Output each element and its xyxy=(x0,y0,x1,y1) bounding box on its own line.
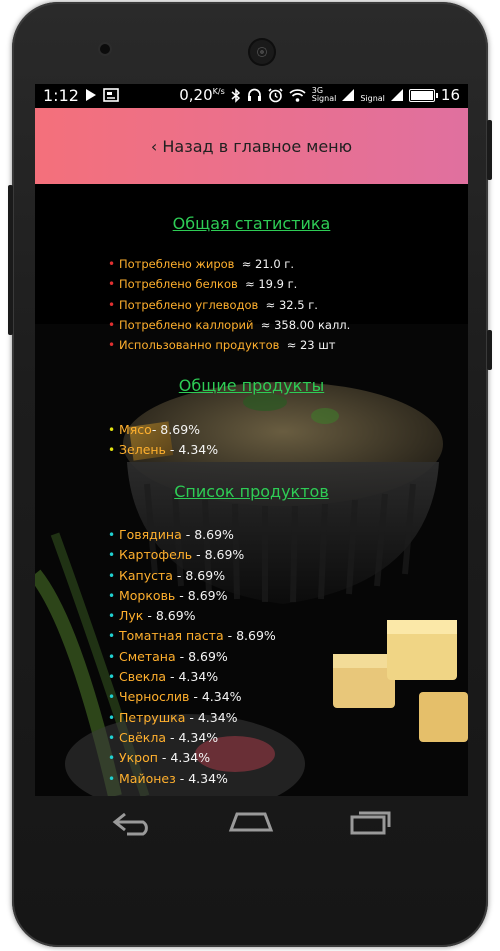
signal-bars-icon-2 xyxy=(390,89,403,101)
bullet: • xyxy=(108,528,116,542)
earpiece-speaker xyxy=(248,38,276,66)
product-list: • Говядина - 8.69% • Картофель - 8.69% • Ка… xyxy=(108,525,276,789)
clock: 1:12 xyxy=(43,86,79,105)
bullet: • xyxy=(108,277,116,292)
list-item: • Капуста - 8.69% xyxy=(108,566,276,586)
stat-carbs: • Потреблено углеводов ≈ 32.5 г. xyxy=(108,295,350,315)
list-item: • Зелень - 4.34% xyxy=(108,440,218,460)
home-icon[interactable] xyxy=(227,808,275,836)
back-arrow-icon[interactable] xyxy=(111,810,155,836)
wifi-icon xyxy=(289,88,306,102)
bullet: • xyxy=(108,710,116,725)
phone-screen: 1:12 0,20K/s 3G Signal Signal 16 ‹ Назад… xyxy=(35,84,468,796)
side-button xyxy=(487,330,492,370)
stat-fats: • Потреблено жиров ≈ 21.0 г. xyxy=(108,254,350,274)
bullet: • xyxy=(108,629,116,644)
bullet: • xyxy=(108,297,116,312)
bullet: • xyxy=(108,423,116,437)
bullet: • xyxy=(108,771,116,786)
list-item: • Лук - 8.69% xyxy=(108,606,276,626)
front-camera xyxy=(100,44,110,54)
list-item: • Укроп - 4.34% xyxy=(108,748,276,768)
bullet: • xyxy=(108,751,116,766)
common-products-title: Общие продукты xyxy=(178,376,325,395)
stat-calories: • Потреблено каллорий ≈ 358.00 калл. xyxy=(108,315,350,335)
alarm-icon xyxy=(268,87,283,102)
signal-2: Signal xyxy=(360,94,385,103)
power-button xyxy=(487,120,492,180)
list-item: • Чернослив - 4.34% xyxy=(108,687,276,707)
bullet: • xyxy=(108,317,116,332)
bullet: • xyxy=(108,690,116,705)
product-list-title: Список продуктов xyxy=(174,482,329,501)
common-products-list: • Мясо- 8.69% • Зелень - 4.34% xyxy=(108,420,218,461)
bullet: • xyxy=(108,730,116,745)
screenshot-icon xyxy=(103,88,119,102)
bullet: • xyxy=(108,257,116,271)
signal-1: 3G Signal xyxy=(311,86,337,103)
volume-button xyxy=(8,185,13,335)
stat-products-used: • Использованно продуктов ≈ 23 шт xyxy=(108,335,350,355)
signal-bars-icon xyxy=(342,89,355,101)
bullet: • xyxy=(108,609,116,624)
play-icon xyxy=(86,89,96,101)
general-stats-title: Общая статистика xyxy=(172,214,331,233)
list-item: • Говядина - 8.69% xyxy=(108,525,276,545)
bullet: • xyxy=(108,338,116,353)
stat-proteins: • Потреблено белков ≈ 19.9 г. xyxy=(108,274,350,294)
statistics-content: Общая статистика • Потреблено жиров ≈ 21.… xyxy=(35,184,468,796)
back-to-main-menu-button[interactable]: ‹ Назад в главное меню xyxy=(35,108,468,184)
status-bar: 1:12 0,20K/s 3G Signal Signal 16 xyxy=(35,84,468,108)
bullet: • xyxy=(108,548,116,563)
bullet: • xyxy=(108,568,116,583)
list-item: • Свекла - 4.34% xyxy=(108,667,276,687)
list-item: • Майонез - 4.34% xyxy=(108,769,276,789)
bullet: • xyxy=(108,443,116,458)
general-stats-list: • Потреблено жиров ≈ 21.0 г. • Потреблено … xyxy=(108,254,350,355)
battery-level: 16 xyxy=(440,86,460,104)
list-item: • Свёкла - 4.34% xyxy=(108,728,276,748)
list-item: • Петрушка - 4.34% xyxy=(108,708,276,728)
bullet: • xyxy=(108,649,116,664)
bullet: • xyxy=(108,588,116,603)
list-item: • Сметана - 8.69% xyxy=(108,647,276,667)
recents-icon[interactable] xyxy=(349,808,393,836)
network-speed: 0,20K/s xyxy=(179,86,225,104)
list-item: • Мясо- 8.69% xyxy=(108,420,218,440)
list-item: • Томатная паста - 8.69% xyxy=(108,626,276,646)
list-item: • Морковь - 8.69% xyxy=(108,586,276,606)
app-header: ‹ Назад в главное меню xyxy=(35,108,468,184)
headphones-icon xyxy=(247,88,261,101)
list-item: • Картофель - 8.69% xyxy=(108,545,276,565)
battery-icon xyxy=(408,88,438,102)
bullet: • xyxy=(108,670,116,685)
navigation-bar xyxy=(35,796,468,856)
bluetooth-icon xyxy=(231,87,240,103)
